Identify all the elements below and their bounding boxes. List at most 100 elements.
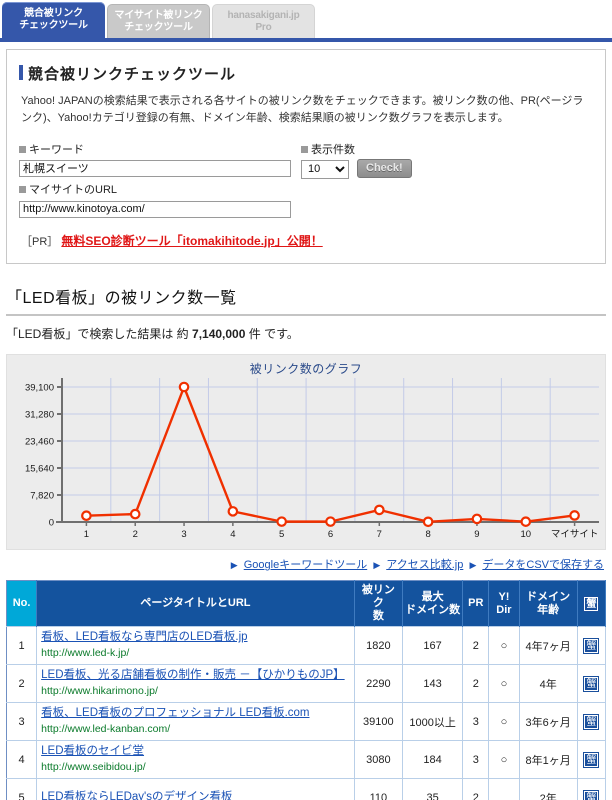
result-title-link[interactable]: 看板、LED看板のプロフェッショナル LED看板.com [41, 707, 309, 719]
cell-ydir: ○ [488, 740, 520, 779]
cell-no: 5 [6, 778, 38, 800]
col-header-backlinks-l2: 数 [372, 610, 384, 622]
tool-description: Yahoo! JAPANの検索結果で表示される各サイトの被リンク数をチェックでき… [21, 95, 584, 124]
cell-no: 1 [6, 626, 38, 665]
col-header-domains-l1: 最大 [421, 590, 444, 603]
col-header-backlinks-l1: 被リンク [361, 584, 395, 609]
result-count-line: 「LED看板」で検索した結果は 約 7,140,000 件 です。 [6, 325, 606, 342]
cell-max-domains: 184 [402, 740, 464, 779]
tab-label-line2: Pro [255, 21, 272, 33]
table-head: No. ページタイトルとURL 被リンク 数 最大 ドメイン数 PR Y! Di… [6, 580, 607, 627]
cell-max-domains: 35 [402, 778, 464, 800]
svg-text:1: 1 [84, 529, 89, 540]
tab-label-line2: チェックツール [19, 20, 88, 31]
keyword-input[interactable] [19, 159, 291, 177]
backlink-chart: 被リンク数のグラフ 被リンク数 07,82015,64023,46031,280… [6, 354, 606, 550]
table-row: 5 LED看板ならLEDay'sのデザイン看板 110 35 2 2年蟹 [6, 778, 607, 800]
svg-text:マイサイト: マイサイト [551, 529, 599, 540]
result-title-link[interactable]: LED看板、光る店舗看板の制作・販売 －【ひかりものJP】 [41, 669, 344, 681]
mysite-label-row: マイサイトのURL [19, 181, 291, 197]
triangle-icon: ▶ [230, 560, 238, 570]
heading-divider [6, 314, 606, 316]
result-title-link[interactable]: LED看板のセイビ堂 [41, 745, 144, 757]
cell-crab-action[interactable]: 蟹 [577, 626, 607, 665]
cell-backlinks: 1820 [354, 626, 403, 665]
col-header-max-domains: 最大 ドメイン数 [402, 580, 464, 627]
result-url: http://www.led-kanban.com/ [41, 723, 171, 735]
cell-title-url: LED看板ならLEDay'sのデザイン看板 [36, 778, 355, 800]
tab-label-line1: マイサイト被リンク [114, 9, 203, 21]
cell-title-url: LED看板、光る店舗看板の制作・販売 －【ひかりものJP】 http://www.… [36, 664, 355, 703]
table-header-row: No. ページタイトルとURL 被リンク 数 最大 ドメイン数 PR Y! Di… [6, 580, 607, 627]
tab-bar: 競合被リンク チェックツール マイサイト被リンク チェックツール hanasak… [0, 0, 612, 38]
cell-pr: 2 [462, 664, 490, 703]
crab-icon[interactable]: 蟹 [583, 637, 600, 654]
result-title-link[interactable]: LED看板ならLEDay'sのデザイン看板 [41, 791, 232, 800]
col-header-domain-age: ドメイン 年齢 [519, 580, 578, 627]
result-title-link[interactable]: 看板、LED看板なら専門店のLED看板.jp [41, 631, 247, 643]
cell-pr: 3 [462, 740, 490, 779]
cell-crab-action[interactable]: 蟹 [577, 702, 607, 741]
cell-crab-action[interactable]: 蟹 [577, 740, 607, 779]
app-page: 競合被リンク チェックツール マイサイト被リンク チェックツール hanasak… [0, 0, 612, 800]
cell-backlinks: 39100 [354, 702, 403, 741]
pr-line: ［PR］ 無料SEO診断ツール「itomakihitode.jp」公開！ [19, 232, 593, 249]
col-header-no: No. [6, 580, 38, 627]
svg-text:0: 0 [49, 518, 54, 529]
cell-domain-age: 8年1ヶ月 [519, 740, 578, 779]
col-header-age-l2: 年齢 [537, 603, 560, 616]
access-compare-link[interactable]: アクセス比較.jp [386, 559, 463, 571]
cell-domain-age: 2年 [519, 778, 578, 800]
col-header-crab-icon: 蟹 [577, 580, 607, 627]
google-keyword-tool-link[interactable]: Googleキーワードツール [244, 559, 367, 571]
pr-tag: ［PR］ [21, 235, 59, 248]
triangle-icon: ▶ [373, 560, 381, 570]
pr-link[interactable]: 無料SEO診断ツール「itomakihitode.jp」公開！ [61, 234, 322, 248]
count-column: 表示件数 10 Check! [301, 139, 412, 179]
display-count-select-wrap: 10 [301, 159, 349, 179]
svg-text:7: 7 [377, 529, 382, 540]
page-title: 競合被リンクチェックツール [19, 63, 593, 84]
result-url: http://www.led-k.jp/ [41, 647, 130, 659]
table-body: 1 看板、LED看板なら専門店のLED看板.jp http://www.led-k.… [6, 626, 607, 800]
save-csv-link[interactable]: データをCSVで保存する [482, 559, 604, 571]
display-count-select[interactable]: 10 [301, 159, 349, 179]
cell-domain-age: 3年6ヶ月 [519, 702, 578, 741]
result-prefix: 「LED看板」で検索した結果は 約 [6, 327, 193, 341]
cell-crab-action[interactable]: 蟹 [577, 664, 607, 703]
tab-label-line1: 競合被リンク [24, 8, 83, 19]
crab-icon[interactable]: 蟹 [583, 713, 600, 730]
results-heading: 「LED看板」の被リンク数一覧 [6, 290, 237, 307]
chart-links: ▶ Googleキーワードツール ▶ アクセス比較.jp ▶ データをCSVで保存する [0, 556, 604, 572]
crab-icon[interactable]: 蟹 [583, 789, 600, 800]
crab-icon[interactable]: 蟹 [583, 751, 600, 768]
svg-text:23,460: 23,460 [25, 437, 54, 448]
result-count: 7,140,000 [192, 327, 246, 341]
svg-text:10: 10 [520, 529, 531, 540]
mysite-url-input[interactable] [19, 200, 291, 218]
result-url: http://www.hikarimono.jp/ [41, 685, 158, 697]
svg-text:2: 2 [133, 529, 138, 540]
cell-backlinks: 3080 [354, 740, 403, 779]
cell-title-url: 看板、LED看板のプロフェッショナル LED看板.com http://www.l… [36, 702, 355, 741]
svg-text:6: 6 [328, 529, 333, 540]
svg-text:4: 4 [230, 529, 235, 540]
tab-competitor-backlink-check[interactable]: 競合被リンク チェックツール [2, 2, 105, 38]
col-header-ydir: Y! Dir [488, 580, 520, 627]
cell-no: 2 [6, 664, 38, 703]
tab-mysite-backlink-check[interactable]: マイサイト被リンク チェックツール [107, 4, 210, 38]
table-row: 2 LED看板、光る店舗看板の制作・販売 －【ひかりものJP】 http://www… [6, 664, 607, 703]
result-suffix: 件 です。 [245, 327, 299, 341]
table-row: 1 看板、LED看板なら専門店のLED看板.jp http://www.led-k.… [6, 626, 607, 665]
crab-icon[interactable]: 蟹 [583, 675, 600, 692]
check-button[interactable]: Check! [357, 159, 412, 178]
count-label-row: 表示件数 [301, 141, 412, 157]
cell-pr: 2 [462, 626, 490, 665]
cell-pr: 3 [462, 702, 490, 741]
tab-hanasakigani-pro[interactable]: hanasakigani.jp Pro [212, 4, 315, 38]
search-form: キーワード マイサイトのURL 表示件数 10 [19, 139, 593, 218]
mysite-url-label: マイサイトのURL [29, 184, 118, 196]
tab-label-line1: hanasakigani.jp [227, 9, 300, 21]
bullet-square-icon [301, 145, 308, 153]
cell-crab-action[interactable]: 蟹 [577, 778, 607, 800]
